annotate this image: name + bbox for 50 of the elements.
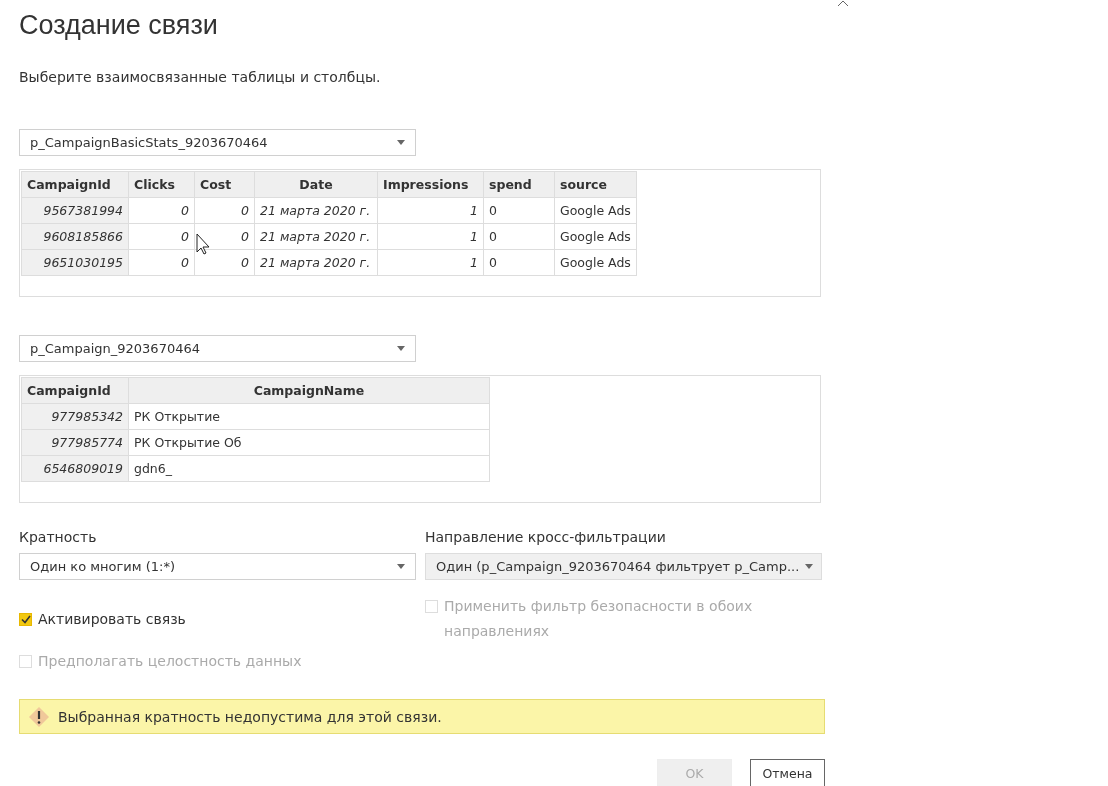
caret-icon <box>397 140 405 145</box>
column-header: Date <box>254 171 378 198</box>
field-label: Кратность <box>19 529 97 545</box>
table-cell: РК Открытие Об <box>128 429 490 456</box>
table-cell: РК Открытие <box>128 403 490 430</box>
cursor-icon <box>196 233 210 255</box>
cardinality-select[interactable]: Один ко многим (1:*) <box>19 553 416 580</box>
warning-icon <box>28 705 50 728</box>
table-cell: Google Ads <box>554 249 637 276</box>
table-select[interactable]: p_Campaign_9203670464 <box>19 335 416 362</box>
dialog-title: Создание связи <box>19 9 218 41</box>
table-cell: 21 марта 2020 г. <box>254 197 378 224</box>
field-label: Направление кросс-фильтрации <box>425 529 666 545</box>
table-cell: Google Ads <box>554 197 637 224</box>
table-cell: 6546809019 <box>21 455 129 482</box>
checkmark-icon <box>20 615 31 624</box>
dialog-subtitle: Выберите взаимосвязанные таблицы и столбцы. <box>19 69 381 85</box>
table-cell: 0 <box>128 223 195 250</box>
table-cell: 0 <box>483 249 555 276</box>
column-header: CampaignName <box>128 377 490 404</box>
table-cell: 1 <box>377 197 484 224</box>
table-cell: 21 марта 2020 г. <box>254 249 378 276</box>
table-cell: 9608185866 <box>21 223 129 250</box>
column-header: Impressions <box>377 171 484 198</box>
table-cell: 0 <box>128 197 195 224</box>
caret-icon <box>805 564 814 569</box>
column-header: CampaignId <box>21 377 129 404</box>
cancel-button[interactable]: Отмена <box>750 759 825 786</box>
column-header: Clicks <box>128 171 195 198</box>
table-cell: 1 <box>377 223 484 250</box>
table-select[interactable]: p_CampaignBasicStats_9203670464 <box>19 129 416 156</box>
column-header: Cost <box>194 171 255 198</box>
table-cell: 977985774 <box>21 429 129 456</box>
table-cell: gdn6_ <box>128 455 490 482</box>
table-cell: 21 марта 2020 г. <box>254 223 378 250</box>
table-cell: 0 <box>483 223 555 250</box>
table-cell: 1 <box>377 249 484 276</box>
column-header: CampaignId <box>21 171 129 198</box>
caret-icon <box>397 564 405 569</box>
column-header: source <box>554 171 637 198</box>
table-cell: 9567381994 <box>21 197 129 224</box>
table-cell: 977985342 <box>21 403 129 430</box>
warning-text: Выбранная кратность недопустима для этой связи. <box>58 708 442 725</box>
checkbox[interactable]: Активировать связь <box>19 607 421 632</box>
table-cell: 0 <box>483 197 555 224</box>
table-cell: 9651030195 <box>21 249 129 276</box>
column-header: spend <box>483 171 555 198</box>
table-cell: 0 <box>128 249 195 276</box>
caret-icon <box>397 346 405 351</box>
table-cell: Google Ads <box>554 223 637 250</box>
